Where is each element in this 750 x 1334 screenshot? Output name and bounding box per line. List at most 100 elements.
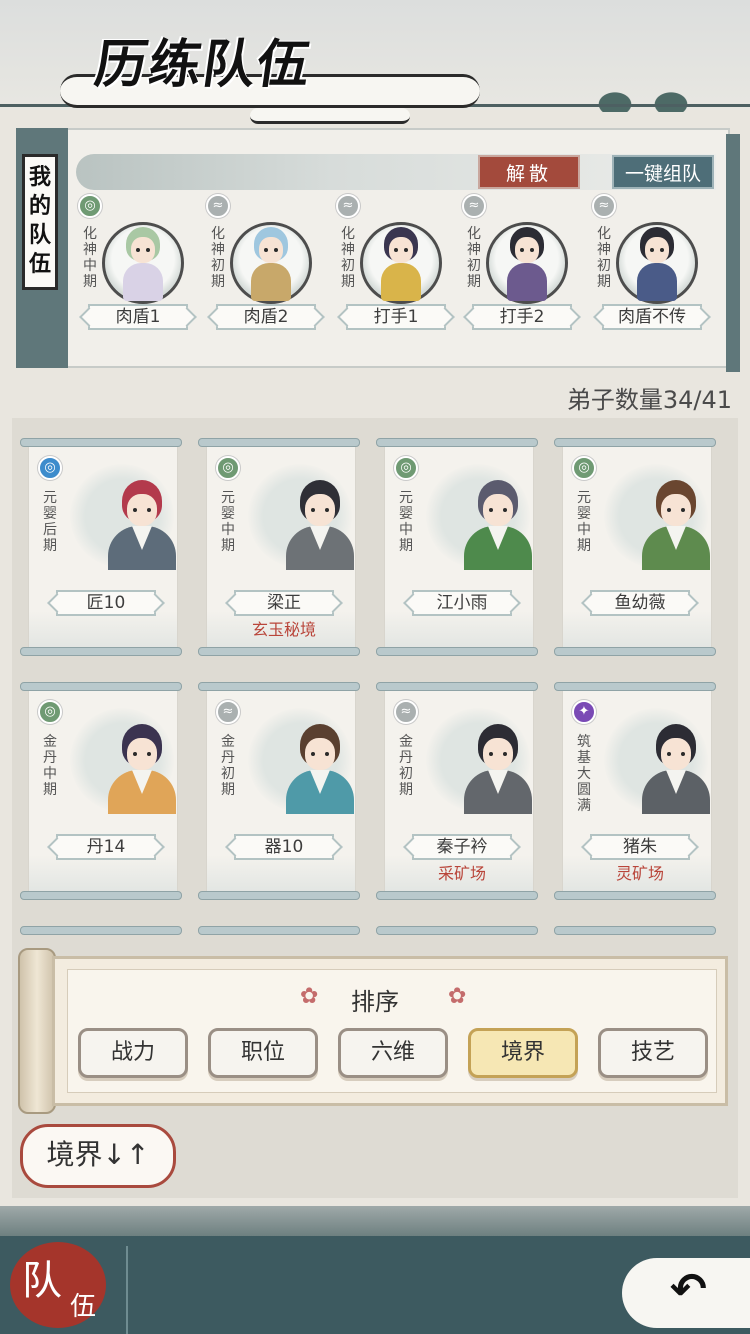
- scroll-rod: [20, 647, 182, 656]
- disciple-card[interactable]: ◎ 元婴中期梁正玄玉秘境: [198, 438, 364, 656]
- disciple-location: 玄玉秘境: [251, 620, 316, 639]
- auto-team-button[interactable]: 一键组队: [612, 155, 714, 189]
- scroll-rod: [554, 682, 716, 691]
- team-member-slot[interactable]: ≈ 化神初期 打手1: [336, 194, 466, 334]
- team-member-slot[interactable]: ≈ 化神初期 打手2: [462, 194, 592, 334]
- disciple-card[interactable]: ◎ 元婴中期 鱼幼薇: [554, 438, 720, 656]
- avatar-eye: [530, 248, 534, 252]
- element-icon: ◎: [216, 456, 240, 480]
- sort-option-button[interactable]: 境界: [468, 1028, 578, 1078]
- realm-label: 化神初期: [211, 226, 225, 290]
- avatar-eye: [325, 508, 329, 512]
- member-portrait: [486, 222, 568, 304]
- disciple-name-plate: 江小雨: [412, 590, 512, 616]
- disciple-name-plate: 梁正: [234, 590, 334, 616]
- realm-label: 化神初期: [341, 226, 355, 290]
- back-button[interactable]: ↶: [622, 1258, 750, 1328]
- pine-decoration: [590, 86, 640, 112]
- pine-decoration: [646, 86, 696, 112]
- avatar-face: [389, 237, 413, 263]
- avatar-eye: [660, 248, 664, 252]
- scroll-rod: [198, 438, 360, 447]
- avatar-eye: [264, 248, 268, 252]
- disciple-name-plate: 猪朱: [590, 834, 690, 860]
- avatar-eye: [650, 248, 654, 252]
- disciple-name-plate: 器10: [234, 834, 334, 860]
- team-member-slot[interactable]: ≈ 化神初期 肉盾不传: [592, 194, 722, 334]
- realm-sort-toggle-button[interactable]: 境界↓↑: [20, 1124, 176, 1188]
- disciple-name-plate: 匠10: [56, 590, 156, 616]
- title-cloud: [250, 108, 410, 124]
- avatar-face: [127, 738, 157, 770]
- avatar-face: [661, 738, 691, 770]
- realm-label: 元婴中期: [399, 490, 413, 554]
- member-name-plate: 打手2: [472, 304, 572, 330]
- disciple-card[interactable]: ◎ 元婴后期 匠10: [20, 438, 186, 656]
- page-title: 历练队伍: [91, 34, 316, 95]
- scroll-rod: [198, 682, 360, 691]
- disciple-name-plate: 丹14: [56, 834, 156, 860]
- disciple-card[interactable]: ≈ 金丹初期 器10: [198, 682, 364, 900]
- realm-label: 筑基大圆满: [577, 734, 591, 814]
- avatar-eye: [133, 508, 137, 512]
- avatar-eye: [667, 508, 671, 512]
- avatar-eye: [274, 248, 278, 252]
- scroll-rod: [376, 438, 538, 447]
- scroll-rod: [198, 926, 360, 935]
- avatar-face: [483, 494, 513, 526]
- dismiss-button[interactable]: 解散: [478, 155, 580, 189]
- wind-element-icon: ≈: [462, 194, 486, 218]
- character-avatar: [631, 223, 683, 301]
- team-member-slot[interactable]: ◎ 化神中期 肉盾1: [78, 194, 208, 334]
- avatar-face: [661, 494, 691, 526]
- character-avatar: [102, 474, 182, 570]
- avatar-eye: [136, 248, 140, 252]
- sort-option-button[interactable]: 职位: [208, 1028, 318, 1078]
- avatar-face: [305, 494, 335, 526]
- team-tab[interactable]: 队 伍: [10, 1242, 106, 1328]
- disciple-card[interactable]: ◎ 金丹中期丹14: [20, 682, 186, 900]
- element-icon: ◎: [38, 700, 62, 724]
- realm-label: 元婴中期: [221, 490, 235, 554]
- avatar-face: [645, 237, 669, 263]
- scroll-rod: [376, 682, 538, 691]
- scroll-rod: [554, 926, 716, 935]
- character-avatar: [458, 474, 538, 570]
- realm-label: 金丹初期: [399, 734, 413, 798]
- character-avatar: [375, 223, 427, 301]
- panel-rail: [726, 134, 740, 372]
- avatar-eye: [394, 248, 398, 252]
- member-portrait: [360, 222, 442, 304]
- scroll-rod: [198, 891, 360, 900]
- sort-option-button[interactable]: 战力: [78, 1028, 188, 1078]
- scroll-rod: [554, 891, 716, 900]
- element-icon: ✦: [572, 700, 596, 724]
- scroll-rod: [20, 891, 182, 900]
- realm-label: 金丹中期: [43, 734, 57, 798]
- avatar-body: [507, 263, 547, 301]
- scroll-rod: [376, 647, 538, 656]
- sort-option-button[interactable]: 六维: [338, 1028, 448, 1078]
- scroll-rod: [20, 926, 182, 935]
- disciple-card[interactable]: ◎ 元婴中期 江小雨: [376, 438, 542, 656]
- avatar-eye: [503, 752, 507, 756]
- disciple-name-plate: 秦子衿: [412, 834, 512, 860]
- character-avatar: [280, 718, 360, 814]
- avatar-eye: [667, 752, 671, 756]
- team-member-slot[interactable]: ≈ 化神初期 肉盾2: [206, 194, 336, 334]
- disciple-card[interactable]: ≈ 金丹初期 秦子衿 采矿场: [376, 682, 542, 900]
- scroll-roll: [18, 948, 56, 1114]
- element-icon: ◎: [38, 456, 62, 480]
- my-team-label: 我的队伍: [22, 154, 58, 290]
- avatar-face: [131, 237, 155, 263]
- element-icon: ≈: [216, 700, 240, 724]
- character-avatar: [636, 474, 716, 570]
- avatar-face: [259, 237, 283, 263]
- water-element-icon: ◎: [78, 194, 102, 218]
- scroll-rod: [554, 647, 716, 656]
- team-tab-label: 队: [22, 1258, 62, 1304]
- member-portrait: [616, 222, 698, 304]
- sort-option-button[interactable]: 技艺: [598, 1028, 708, 1078]
- character-avatar: [636, 718, 716, 814]
- disciple-card[interactable]: ✦ 筑基大圆满 猪朱 灵矿场: [554, 682, 720, 900]
